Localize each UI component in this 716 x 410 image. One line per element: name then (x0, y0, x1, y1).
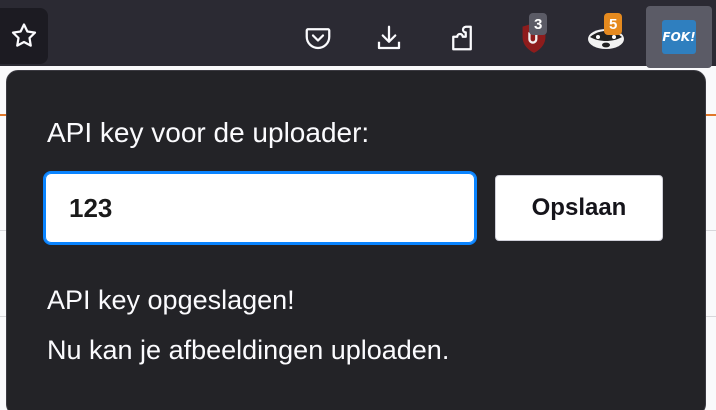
status-info-text: Nu kan je afbeeldingen uploaden. (47, 335, 450, 365)
extensions-button[interactable] (430, 6, 494, 70)
bookmark-star-button[interactable] (0, 8, 48, 64)
api-key-label: API key voor de uploader: (47, 117, 370, 148)
extension-popup: API key voor de uploader: Opslaan API ke… (6, 70, 706, 410)
extensions-icon (452, 25, 472, 51)
save-button[interactable]: Opslaan (495, 175, 663, 241)
api-key-input[interactable] (43, 171, 477, 245)
downloads-button[interactable] (357, 6, 421, 70)
badger-badge: 5 (604, 13, 623, 35)
fok-extension-button[interactable]: FOK! (646, 6, 712, 68)
privacy-badger-button[interactable]: 5 (574, 6, 638, 70)
star-icon (11, 23, 37, 47)
fok-logo-text: FOK! (662, 30, 696, 44)
fok-extension-icon: FOK! (662, 20, 696, 54)
ublock-button[interactable]: 3 (502, 6, 566, 70)
pocket-icon (305, 28, 331, 50)
status-saved-text: API key opgeslagen! (47, 285, 295, 315)
browser-window: 3 5 FOK! API key voor de uploader: Opsla… (0, 0, 716, 410)
browser-toolbar: 3 5 FOK! (0, 0, 716, 68)
pocket-button[interactable] (286, 6, 350, 70)
download-icon (377, 25, 401, 50)
ublock-badge: 3 (529, 13, 548, 35)
